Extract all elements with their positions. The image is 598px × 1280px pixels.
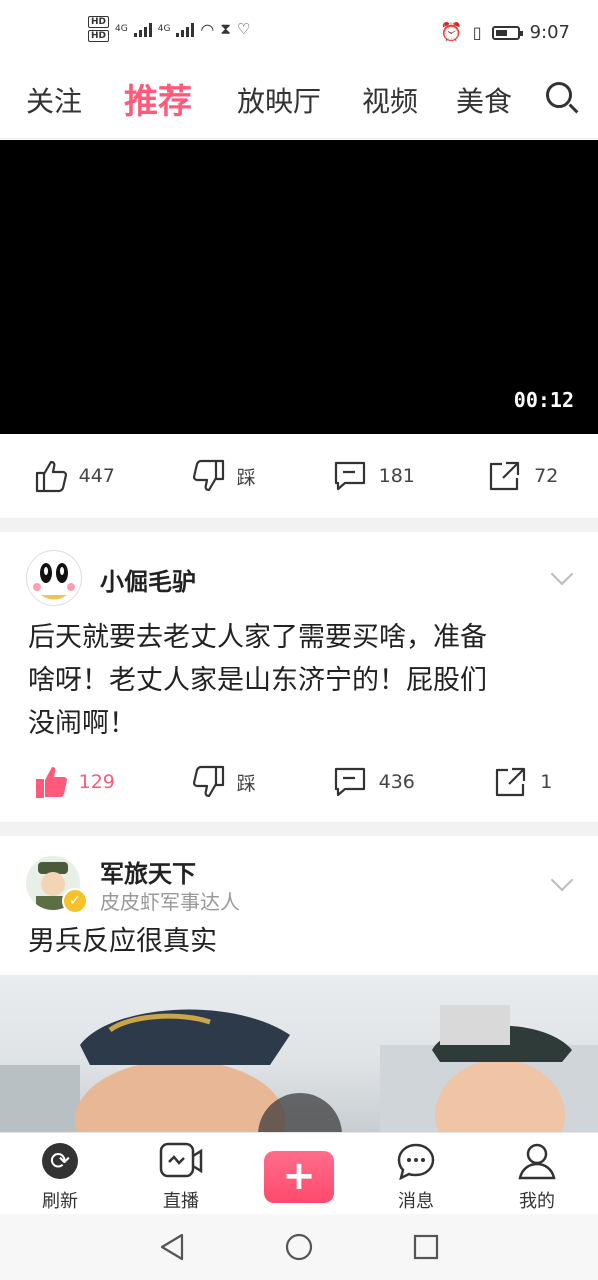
mine-label: 我的 (519, 1191, 555, 1212)
comment-button[interactable]: 181 (299, 460, 449, 492)
system-nav-bar (0, 1214, 598, 1280)
signal-icon (176, 21, 195, 37)
section-divider (0, 822, 598, 836)
post-text[interactable]: 男兵反应很真实 (28, 920, 217, 963)
mine-button[interactable]: 我的 (492, 1141, 582, 1213)
post-text-line: 后天就要去老丈人家了需要买啥，准备 (28, 622, 487, 653)
thumbs-down-icon (192, 765, 225, 799)
video-duration: 00:12 (513, 388, 574, 412)
video-player[interactable]: 00:12 (0, 140, 598, 434)
search-icon[interactable] (546, 82, 572, 108)
post-actions: 447 踩 181 72 (0, 436, 598, 516)
add-post-button[interactable]: + (264, 1151, 334, 1203)
alarm-icon: ⏰ (440, 22, 463, 43)
home-icon[interactable] (284, 1232, 314, 1262)
dislike-button[interactable]: 踩 (150, 765, 300, 799)
bottom-nav: ⟳ 刷新 直播 + 消息 我的 (0, 1132, 598, 1215)
author-subtitle: 皮皮虾军事达人 (100, 890, 240, 914)
tab-theater[interactable]: 放映厅 (237, 80, 321, 120)
post-image[interactable] (0, 975, 598, 1135)
like-count: 447 (78, 465, 115, 487)
tab-recommend[interactable]: 推荐 (124, 74, 192, 123)
verified-badge-icon: ✓ (62, 888, 88, 914)
heart-icon: ♡ (236, 20, 251, 38)
hd-badge: HD (88, 16, 110, 28)
battery-icon (491, 25, 523, 40)
like-button[interactable]: 447 (0, 459, 150, 493)
like-button[interactable]: 129 (0, 765, 150, 799)
recents-icon[interactable] (412, 1233, 440, 1261)
live-camera-icon (159, 1142, 203, 1178)
share-button[interactable]: 72 (449, 460, 598, 492)
section-divider (0, 518, 598, 532)
status-right: ⏰ ▯ 9:07 (440, 22, 570, 43)
tab-video[interactable]: 视频 (362, 80, 418, 120)
status-bar: HD HD 4G 4G ◠ ⧗ ♡ ⏰ ▯ 9:07 (0, 0, 598, 66)
thumbs-down-icon (192, 459, 225, 493)
thumbs-up-icon (35, 459, 67, 493)
chevron-down-icon[interactable] (550, 562, 574, 586)
comment-icon (333, 766, 367, 798)
status-left: HD HD 4G 4G ◠ ⧗ ♡ (88, 16, 250, 42)
comment-icon (333, 460, 367, 492)
dislike-button[interactable]: 踩 (150, 459, 300, 493)
share-count: 1 (540, 771, 553, 793)
post-text-line: 啥呀！老丈人家是山东济宁的！屁股们 (28, 665, 487, 696)
share-icon (488, 460, 522, 492)
tab-food[interactable]: 美食 (456, 80, 514, 120)
chevron-down-icon[interactable] (550, 868, 574, 892)
top-tab-bar: 关注 推荐 放映厅 视频 美食 (0, 66, 598, 139)
network-label: 4G (157, 24, 171, 34)
back-icon[interactable] (158, 1232, 186, 1262)
post-actions: 129 踩 436 1 (0, 742, 598, 822)
refresh-label: 刷新 (42, 1191, 78, 1212)
soldiers-photo-icon (0, 1005, 598, 1135)
refresh-button[interactable]: ⟳ 刷新 (15, 1141, 105, 1213)
network-label: 4G (115, 24, 128, 34)
dislike-label: 踩 (236, 772, 256, 795)
signal-icon (133, 21, 152, 37)
refresh-icon: ⟳ (42, 1143, 78, 1179)
comment-button[interactable]: 436 (299, 766, 449, 798)
comment-count: 181 (378, 465, 415, 487)
messages-button[interactable]: 消息 (371, 1141, 461, 1213)
like-count: 129 (78, 771, 115, 793)
share-button[interactable]: 1 (449, 766, 598, 798)
vibrate-icon: ▯ (472, 23, 482, 42)
avatar[interactable] (26, 550, 82, 606)
live-label: 直播 (163, 1191, 199, 1212)
hourglass-icon: ⧗ (220, 20, 231, 38)
tab-follow[interactable]: 关注 (26, 80, 82, 120)
message-bubble-icon (397, 1143, 435, 1180)
dislike-label: 踩 (236, 466, 256, 489)
plus-icon: + (282, 1153, 316, 1199)
cartoon-face-icon (33, 563, 75, 600)
post-text[interactable]: 后天就要去老丈人家了需要买啥，准备 啥呀！老丈人家是山东济宁的！屁股们 没闹啊！ (28, 616, 578, 745)
post-author[interactable]: 小倔毛驴 (100, 562, 196, 597)
thumbs-up-filled-icon (35, 765, 67, 799)
share-count: 72 (534, 465, 559, 487)
person-icon (518, 1143, 556, 1180)
wifi-icon: ◠ (200, 19, 215, 39)
messages-label: 消息 (398, 1191, 434, 1212)
clock: 9:07 (529, 22, 570, 43)
comment-count: 436 (378, 771, 415, 793)
hd-badge: HD (88, 30, 110, 42)
live-button[interactable]: 直播 (136, 1141, 226, 1213)
share-icon (494, 766, 528, 798)
post-author[interactable]: 军旅天下 (100, 854, 196, 889)
post-text-line: 没闹啊！ (28, 708, 136, 739)
